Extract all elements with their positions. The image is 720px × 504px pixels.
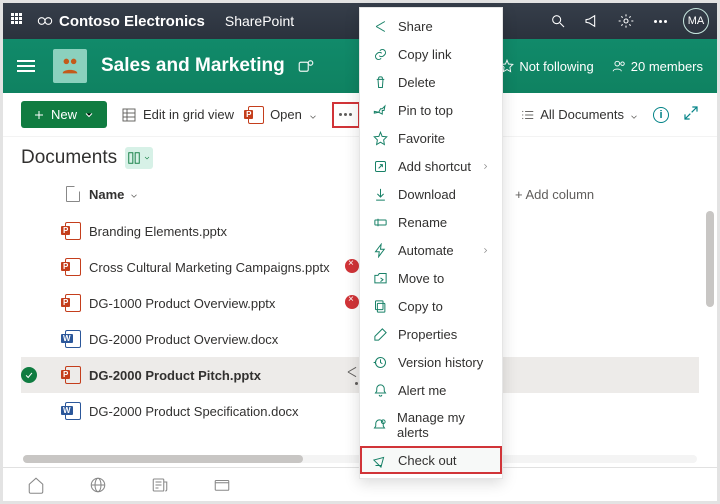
ctx-copy[interactable]: Copy to bbox=[360, 292, 502, 320]
members-icon bbox=[612, 59, 626, 73]
checkout-icon bbox=[372, 452, 388, 468]
open-button[interactable]: Open bbox=[248, 106, 318, 124]
file-name: DG-2000 Product Pitch.pptx bbox=[89, 368, 261, 383]
add-column-button[interactable]: + Add column bbox=[515, 187, 699, 202]
page-title: Documents bbox=[21, 147, 117, 169]
view-selector[interactable]: All Documents bbox=[521, 107, 639, 122]
ctx-history[interactable]: Version history bbox=[360, 348, 502, 376]
brand-logo-icon bbox=[37, 13, 53, 29]
view-toggle[interactable] bbox=[125, 147, 153, 169]
docx-icon bbox=[65, 330, 81, 348]
ctx-move[interactable]: Move to bbox=[360, 264, 502, 292]
chevron-down-icon bbox=[83, 109, 95, 121]
members-label: 20 members bbox=[631, 59, 703, 74]
file-name: DG-1000 Product Overview.pptx bbox=[89, 296, 275, 311]
teams-icon[interactable] bbox=[297, 57, 315, 75]
pptx-icon bbox=[65, 258, 81, 276]
settings-icon[interactable] bbox=[609, 3, 643, 39]
new-button[interactable]: New bbox=[21, 101, 107, 128]
history-icon bbox=[372, 354, 388, 370]
automate-icon bbox=[372, 242, 388, 258]
globe-icon[interactable] bbox=[89, 476, 107, 494]
copy-icon bbox=[372, 298, 388, 314]
pptx-icon bbox=[65, 366, 81, 384]
alert-icon bbox=[372, 382, 388, 398]
share-icon bbox=[372, 18, 388, 34]
chevron-right-icon bbox=[481, 159, 490, 174]
vertical-scrollbar[interactable] bbox=[706, 211, 714, 307]
ctx-alerts[interactable]: Manage my alerts bbox=[360, 404, 502, 446]
share-icon[interactable] bbox=[345, 365, 359, 379]
shortcut-icon bbox=[372, 158, 388, 174]
ctx-shortcut[interactable]: Add shortcut bbox=[360, 152, 502, 180]
chevron-down-icon bbox=[629, 110, 639, 120]
ctx-link[interactable]: Copy link bbox=[360, 40, 502, 68]
grid-icon bbox=[121, 107, 137, 123]
list-icon bbox=[521, 108, 535, 122]
ctx-download[interactable]: Download bbox=[360, 180, 502, 208]
chevron-down-icon bbox=[308, 110, 318, 120]
news-icon[interactable] bbox=[151, 476, 169, 494]
name-column-header[interactable]: Name bbox=[89, 187, 345, 202]
pin-icon bbox=[372, 102, 388, 118]
megaphone-icon[interactable] bbox=[575, 3, 609, 39]
info-icon[interactable]: i bbox=[653, 107, 669, 123]
file-name: Branding Elements.pptx bbox=[89, 224, 227, 239]
docx-icon bbox=[65, 402, 81, 420]
error-icon bbox=[345, 295, 359, 309]
home-icon[interactable] bbox=[27, 476, 45, 494]
pptx-icon bbox=[65, 222, 81, 240]
trash-icon bbox=[372, 74, 388, 90]
type-column-header[interactable] bbox=[57, 186, 89, 202]
brand-name: Contoso Electronics bbox=[59, 13, 205, 30]
app-name[interactable]: SharePoint bbox=[225, 13, 294, 29]
files-icon[interactable] bbox=[213, 476, 231, 494]
follow-button[interactable]: Not following bbox=[500, 59, 593, 74]
alerts-icon bbox=[372, 417, 387, 433]
people-icon bbox=[59, 55, 81, 77]
document-icon bbox=[66, 186, 80, 202]
link-icon bbox=[372, 46, 388, 62]
star-icon bbox=[372, 130, 388, 146]
ctx-checkout[interactable]: Check out bbox=[360, 446, 502, 474]
search-icon[interactable] bbox=[541, 3, 575, 39]
file-name: DG-2000 Product Specification.docx bbox=[89, 404, 299, 419]
more-commands-button[interactable] bbox=[332, 102, 360, 128]
check-icon bbox=[21, 367, 37, 383]
props-icon bbox=[372, 326, 388, 342]
chevron-down-icon bbox=[129, 189, 139, 199]
plus-icon bbox=[33, 109, 45, 121]
context-menu: ShareCopy linkDeletePin to topFavoriteAd… bbox=[359, 7, 503, 479]
move-icon bbox=[372, 270, 388, 286]
download-icon bbox=[372, 186, 388, 202]
app-launcher-icon[interactable] bbox=[11, 13, 27, 29]
site-logo[interactable] bbox=[53, 49, 87, 83]
ctx-automate[interactable]: Automate bbox=[360, 236, 502, 264]
ctx-star[interactable]: Favorite bbox=[360, 124, 502, 152]
rename-icon bbox=[372, 214, 388, 230]
ctx-share[interactable]: Share bbox=[360, 12, 502, 40]
chevron-right-icon bbox=[481, 243, 490, 258]
ctx-props[interactable]: Properties bbox=[360, 320, 502, 348]
powerpoint-icon bbox=[248, 106, 264, 124]
ctx-pin[interactable]: Pin to top bbox=[360, 96, 502, 124]
members-link[interactable]: 20 members bbox=[612, 59, 703, 74]
file-name: Cross Cultural Marketing Campaigns.pptx bbox=[89, 260, 330, 275]
ctx-alert[interactable]: Alert me bbox=[360, 376, 502, 404]
edit-grid-button[interactable]: Edit in grid view bbox=[121, 107, 234, 123]
nav-toggle-icon[interactable] bbox=[17, 57, 35, 75]
ctx-rename[interactable]: Rename bbox=[360, 208, 502, 236]
follow-label: Not following bbox=[519, 59, 593, 74]
avatar[interactable]: MA bbox=[683, 8, 709, 34]
ctx-trash[interactable]: Delete bbox=[360, 68, 502, 96]
more-icon[interactable] bbox=[643, 3, 677, 39]
file-name: DG-2000 Product Overview.docx bbox=[89, 332, 278, 347]
site-title: Sales and Marketing bbox=[101, 55, 285, 77]
expand-icon[interactable] bbox=[683, 105, 699, 124]
pptx-icon bbox=[65, 294, 81, 312]
error-icon bbox=[345, 259, 359, 273]
